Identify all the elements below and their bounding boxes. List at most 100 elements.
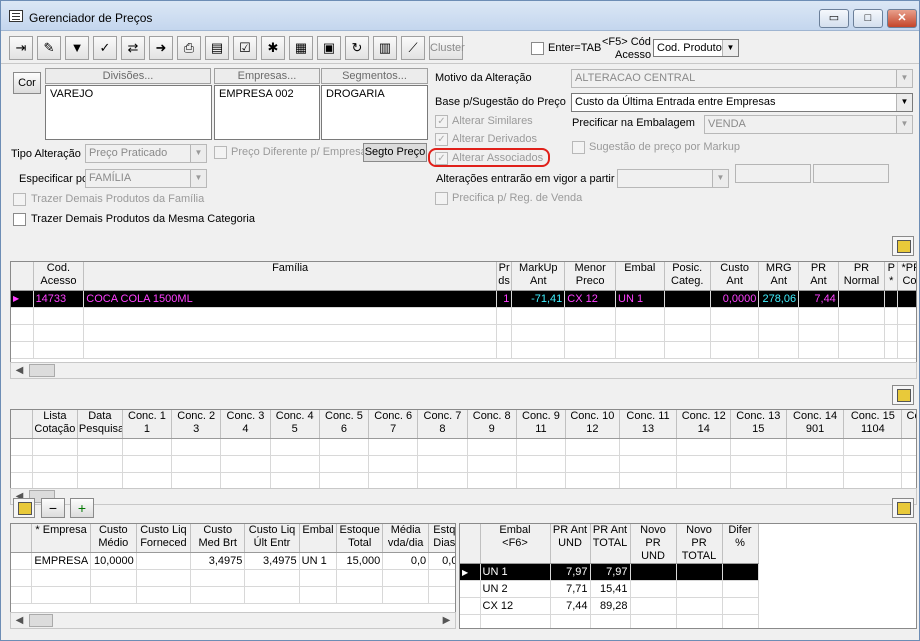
chevron-left-icon[interactable]: ◀ <box>11 363 28 378</box>
table-cell[interactable] <box>843 472 903 488</box>
minimize-button[interactable]: ▭ <box>819 9 849 28</box>
table-cell[interactable]: 7,44 <box>550 597 591 615</box>
column-header[interactable]: Custo Médio <box>90 524 137 553</box>
table-cell[interactable] <box>496 307 513 325</box>
segmentos-header[interactable]: Segmentos... <box>321 68 428 84</box>
report-icon[interactable]: ▤ <box>205 36 229 60</box>
empresas-item[interactable]: EMPRESA 002 <box>219 88 294 100</box>
table-cell[interactable] <box>722 614 759 628</box>
row-indicator[interactable] <box>11 324 34 342</box>
table-row[interactable]: EMPRESA 10,0000 3,4975 3,4975 UN 1 15,000 0,0 0… <box>11 552 455 570</box>
divisoes-item[interactable]: VAREJO <box>50 88 93 100</box>
table-cell[interactable] <box>417 455 468 473</box>
table-cell[interactable] <box>564 341 617 359</box>
column-header[interactable]: Conc. 11 <box>122 410 173 439</box>
exit-icon[interactable]: ⇥ <box>9 36 33 60</box>
column-header[interactable]: PR Ant <box>798 262 839 291</box>
table-cell[interactable] <box>550 614 591 628</box>
table-cell[interactable] <box>417 472 468 488</box>
table-cell[interactable] <box>511 341 566 359</box>
table-cell[interactable] <box>122 472 173 488</box>
column-header[interactable]: Conc. 13 15 <box>730 410 787 439</box>
table-cell[interactable] <box>786 472 845 488</box>
column-header[interactable]: Conc. 10 12 <box>565 410 620 439</box>
table-cell[interactable] <box>758 307 800 325</box>
table-cell[interactable] <box>77 455 123 473</box>
column-header[interactable]: Conc. 14 901 <box>786 410 845 439</box>
table-cell[interactable]: 10,0000 <box>90 552 137 570</box>
row-indicator[interactable] <box>460 614 481 628</box>
table-cell[interactable]: 3,4975 <box>244 552 300 570</box>
table-cell[interactable] <box>319 455 370 473</box>
column-header[interactable]: Conc. 89 <box>467 410 517 439</box>
table-cell[interactable] <box>901 438 916 456</box>
table-cell[interactable] <box>31 586 91 604</box>
empresas-header[interactable]: Empresas... <box>214 68 320 84</box>
table-cell[interactable] <box>722 597 759 615</box>
column-header[interactable]: Difer% <box>722 524 759 564</box>
table-cell[interactable] <box>270 472 320 488</box>
table-row[interactable] <box>11 307 916 325</box>
column-header[interactable]: Conc. 45 <box>270 410 320 439</box>
table-cell[interactable]: UN 1 <box>480 563 551 581</box>
table-cell[interactable] <box>220 438 271 456</box>
column-header[interactable]: PR Normal <box>838 262 886 291</box>
table-cell[interactable]: 3,4975 <box>190 552 246 570</box>
grid-config-icon[interactable] <box>892 236 914 256</box>
table-cell[interactable] <box>428 569 455 587</box>
row-indicator[interactable] <box>11 455 33 473</box>
table-cell[interactable] <box>710 307 760 325</box>
table-cell[interactable] <box>368 455 419 473</box>
chart-icon[interactable]: ⟋ <box>401 36 425 60</box>
table-cell[interactable]: CX 12 <box>564 290 617 308</box>
column-header[interactable]: Embal <box>615 262 665 291</box>
table-cell[interactable] <box>664 341 711 359</box>
table-cell[interactable]: 15,41 <box>590 580 631 598</box>
table-cell[interactable] <box>368 472 419 488</box>
table-cell[interactable] <box>33 324 85 342</box>
row-indicator[interactable]: ▶ <box>460 563 481 581</box>
column-header[interactable]: Menor Preco <box>564 262 617 291</box>
table-cell[interactable] <box>722 563 759 581</box>
table-cell[interactable] <box>884 341 899 359</box>
table-cell[interactable] <box>838 324 886 342</box>
add-button[interactable]: + <box>70 498 94 518</box>
refresh-icon[interactable]: ↻ <box>345 36 369 60</box>
table-cell[interactable] <box>897 290 916 308</box>
table-cell[interactable] <box>516 438 567 456</box>
table-cell[interactable]: 278,06 <box>758 290 800 308</box>
table-row[interactable] <box>460 614 916 628</box>
table-row[interactable] <box>11 455 916 473</box>
table-cell[interactable] <box>798 324 839 342</box>
close-button[interactable]: ✕ <box>887 9 917 28</box>
table-cell[interactable] <box>467 455 517 473</box>
table-cell[interactable] <box>676 597 723 615</box>
table-cell[interactable]: 15,000 <box>336 552 384 570</box>
table-cell[interactable] <box>417 438 468 456</box>
column-header[interactable]: Custo Ant <box>710 262 760 291</box>
tipo-alteracao-select[interactable]: Preço Praticado ▼ <box>85 144 207 163</box>
column-header[interactable]: P * <box>884 262 899 291</box>
table-cell[interactable]: UN 1 <box>299 552 338 570</box>
table-cell[interactable] <box>270 455 320 473</box>
table-cell[interactable] <box>382 586 430 604</box>
table-cell[interactable] <box>901 455 916 473</box>
table-cell[interactable] <box>897 307 916 325</box>
column-header[interactable]: Média vda/dia <box>382 524 430 553</box>
row-indicator[interactable] <box>11 341 34 359</box>
column-header[interactable]: *PR máxConcorr. <box>897 262 916 291</box>
table-cell[interactable] <box>786 438 845 456</box>
row-indicator[interactable] <box>11 569 33 587</box>
table-cell[interactable] <box>838 290 886 308</box>
table-cell[interactable] <box>299 586 338 604</box>
column-header[interactable]: Conc. 161109 <box>901 410 916 439</box>
table-cell[interactable]: 7,71 <box>550 580 591 598</box>
table-row[interactable]: UN 2 7,71 15,41 <box>460 580 916 598</box>
table-cell[interactable] <box>480 614 551 628</box>
table-row[interactable] <box>11 341 916 359</box>
column-header[interactable]: Custo Med Brt <box>190 524 246 553</box>
table-cell[interactable] <box>136 569 192 587</box>
preco-diferente-checkbox[interactable] <box>214 146 227 159</box>
vigor-date-field[interactable] <box>735 164 811 183</box>
table-cell[interactable] <box>336 586 384 604</box>
